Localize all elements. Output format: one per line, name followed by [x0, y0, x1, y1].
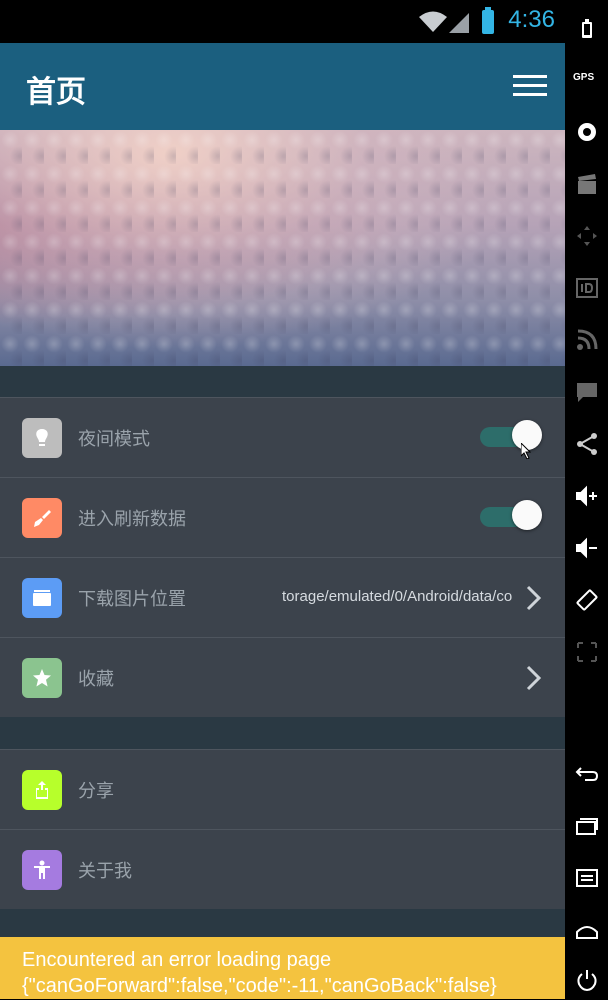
volume-down-icon[interactable] [565, 528, 608, 568]
signal-icon [449, 13, 469, 33]
setting-refresh-on-enter[interactable]: 进入刷新数据 [0, 477, 565, 557]
clapper-icon[interactable] [565, 164, 608, 204]
refresh-toggle[interactable] [480, 500, 542, 530]
item-label: 分享 [78, 781, 114, 802]
camera-icon[interactable] [565, 112, 608, 152]
page-title: 首页 [26, 75, 86, 110]
hexagon-pattern [0, 130, 565, 366]
share-icon[interactable] [565, 424, 608, 464]
clock: 4:36 [508, 6, 555, 33]
move-icon[interactable] [565, 216, 608, 256]
setting-download-location[interactable]: 下载图片位置 torage/emulated/0/Android/data/co… [0, 557, 565, 637]
setting-night-mode[interactable]: 夜间模式 [0, 397, 565, 477]
header-image [0, 130, 565, 366]
chevron-right-icon [526, 585, 542, 611]
menu-key-icon[interactable] [565, 858, 608, 898]
menu-button[interactable] [513, 75, 547, 99]
item-label: 关于我 [78, 861, 132, 882]
battery-tool-icon[interactable] [565, 8, 608, 48]
lightbulb-icon [22, 418, 62, 458]
person-icon [22, 850, 62, 890]
power-icon[interactable] [565, 960, 608, 1000]
emulator-sidebar: GPS [565, 0, 608, 999]
download-path: torage/emulated/0/Android/data/com.examp… [282, 588, 512, 605]
rss-icon[interactable] [565, 320, 608, 360]
back-icon[interactable] [565, 754, 608, 794]
sms-icon[interactable] [565, 372, 608, 412]
item-about[interactable]: 关于我 [0, 829, 565, 909]
folder-icon [22, 578, 62, 618]
broom-icon [22, 498, 62, 538]
setting-label: 下载图片位置 [78, 589, 186, 610]
star-icon [22, 658, 62, 698]
more-group: 分享 关于我 [0, 749, 565, 909]
night-mode-toggle[interactable] [480, 420, 542, 450]
setting-favorites[interactable]: 收藏 [0, 637, 565, 717]
home-icon[interactable] [565, 910, 608, 950]
section-divider [0, 366, 565, 397]
chevron-right-icon [526, 665, 542, 691]
section-divider [0, 909, 565, 937]
app-bar: 首页 [0, 43, 565, 130]
rotate-icon[interactable] [565, 580, 608, 620]
toast-message: Encountered an error loading page [22, 949, 332, 971]
settings-group: 夜间模式 进入刷新数据 下载图片位置 torage/emulated/0/And… [0, 397, 565, 717]
wifi-icon [418, 10, 448, 34]
gps-icon[interactable]: GPS [565, 60, 608, 100]
setting-label: 收藏 [78, 669, 114, 690]
setting-label: 进入刷新数据 [78, 509, 186, 530]
status-bar: 4:36 [0, 0, 565, 43]
mouse-cursor-icon [521, 443, 531, 459]
volume-up-icon[interactable] [565, 476, 608, 516]
section-divider [0, 717, 565, 749]
toast-detail: {"canGoForward":false,"code":-11,"canGoB… [22, 975, 497, 997]
battery-icon [482, 7, 494, 34]
error-toast: Encountered an error loading page {"canG… [0, 937, 565, 999]
share-up-icon [22, 770, 62, 810]
scale-icon[interactable] [565, 632, 608, 672]
id-icon[interactable] [565, 268, 608, 308]
menu-icon [513, 75, 547, 78]
item-share[interactable]: 分享 [0, 749, 565, 829]
setting-label: 夜间模式 [78, 429, 150, 450]
recents-icon[interactable] [565, 806, 608, 846]
